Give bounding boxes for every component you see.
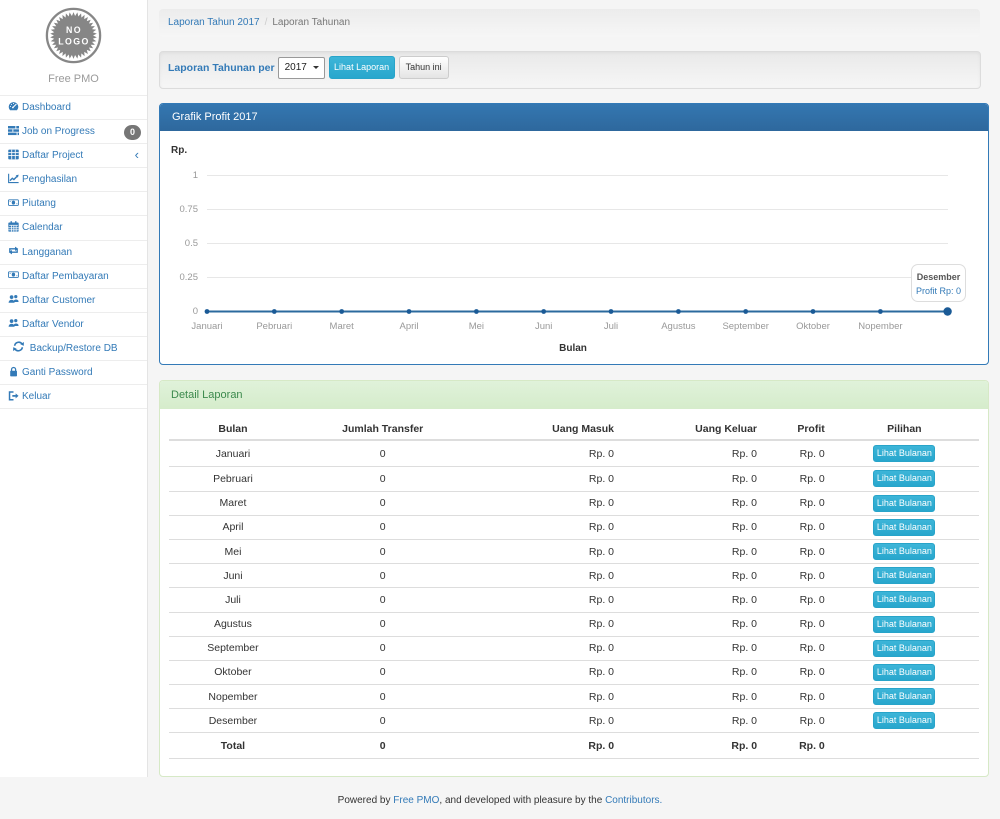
svg-text:NO: NO xyxy=(66,25,82,35)
svg-text:LOGO: LOGO xyxy=(58,37,90,47)
